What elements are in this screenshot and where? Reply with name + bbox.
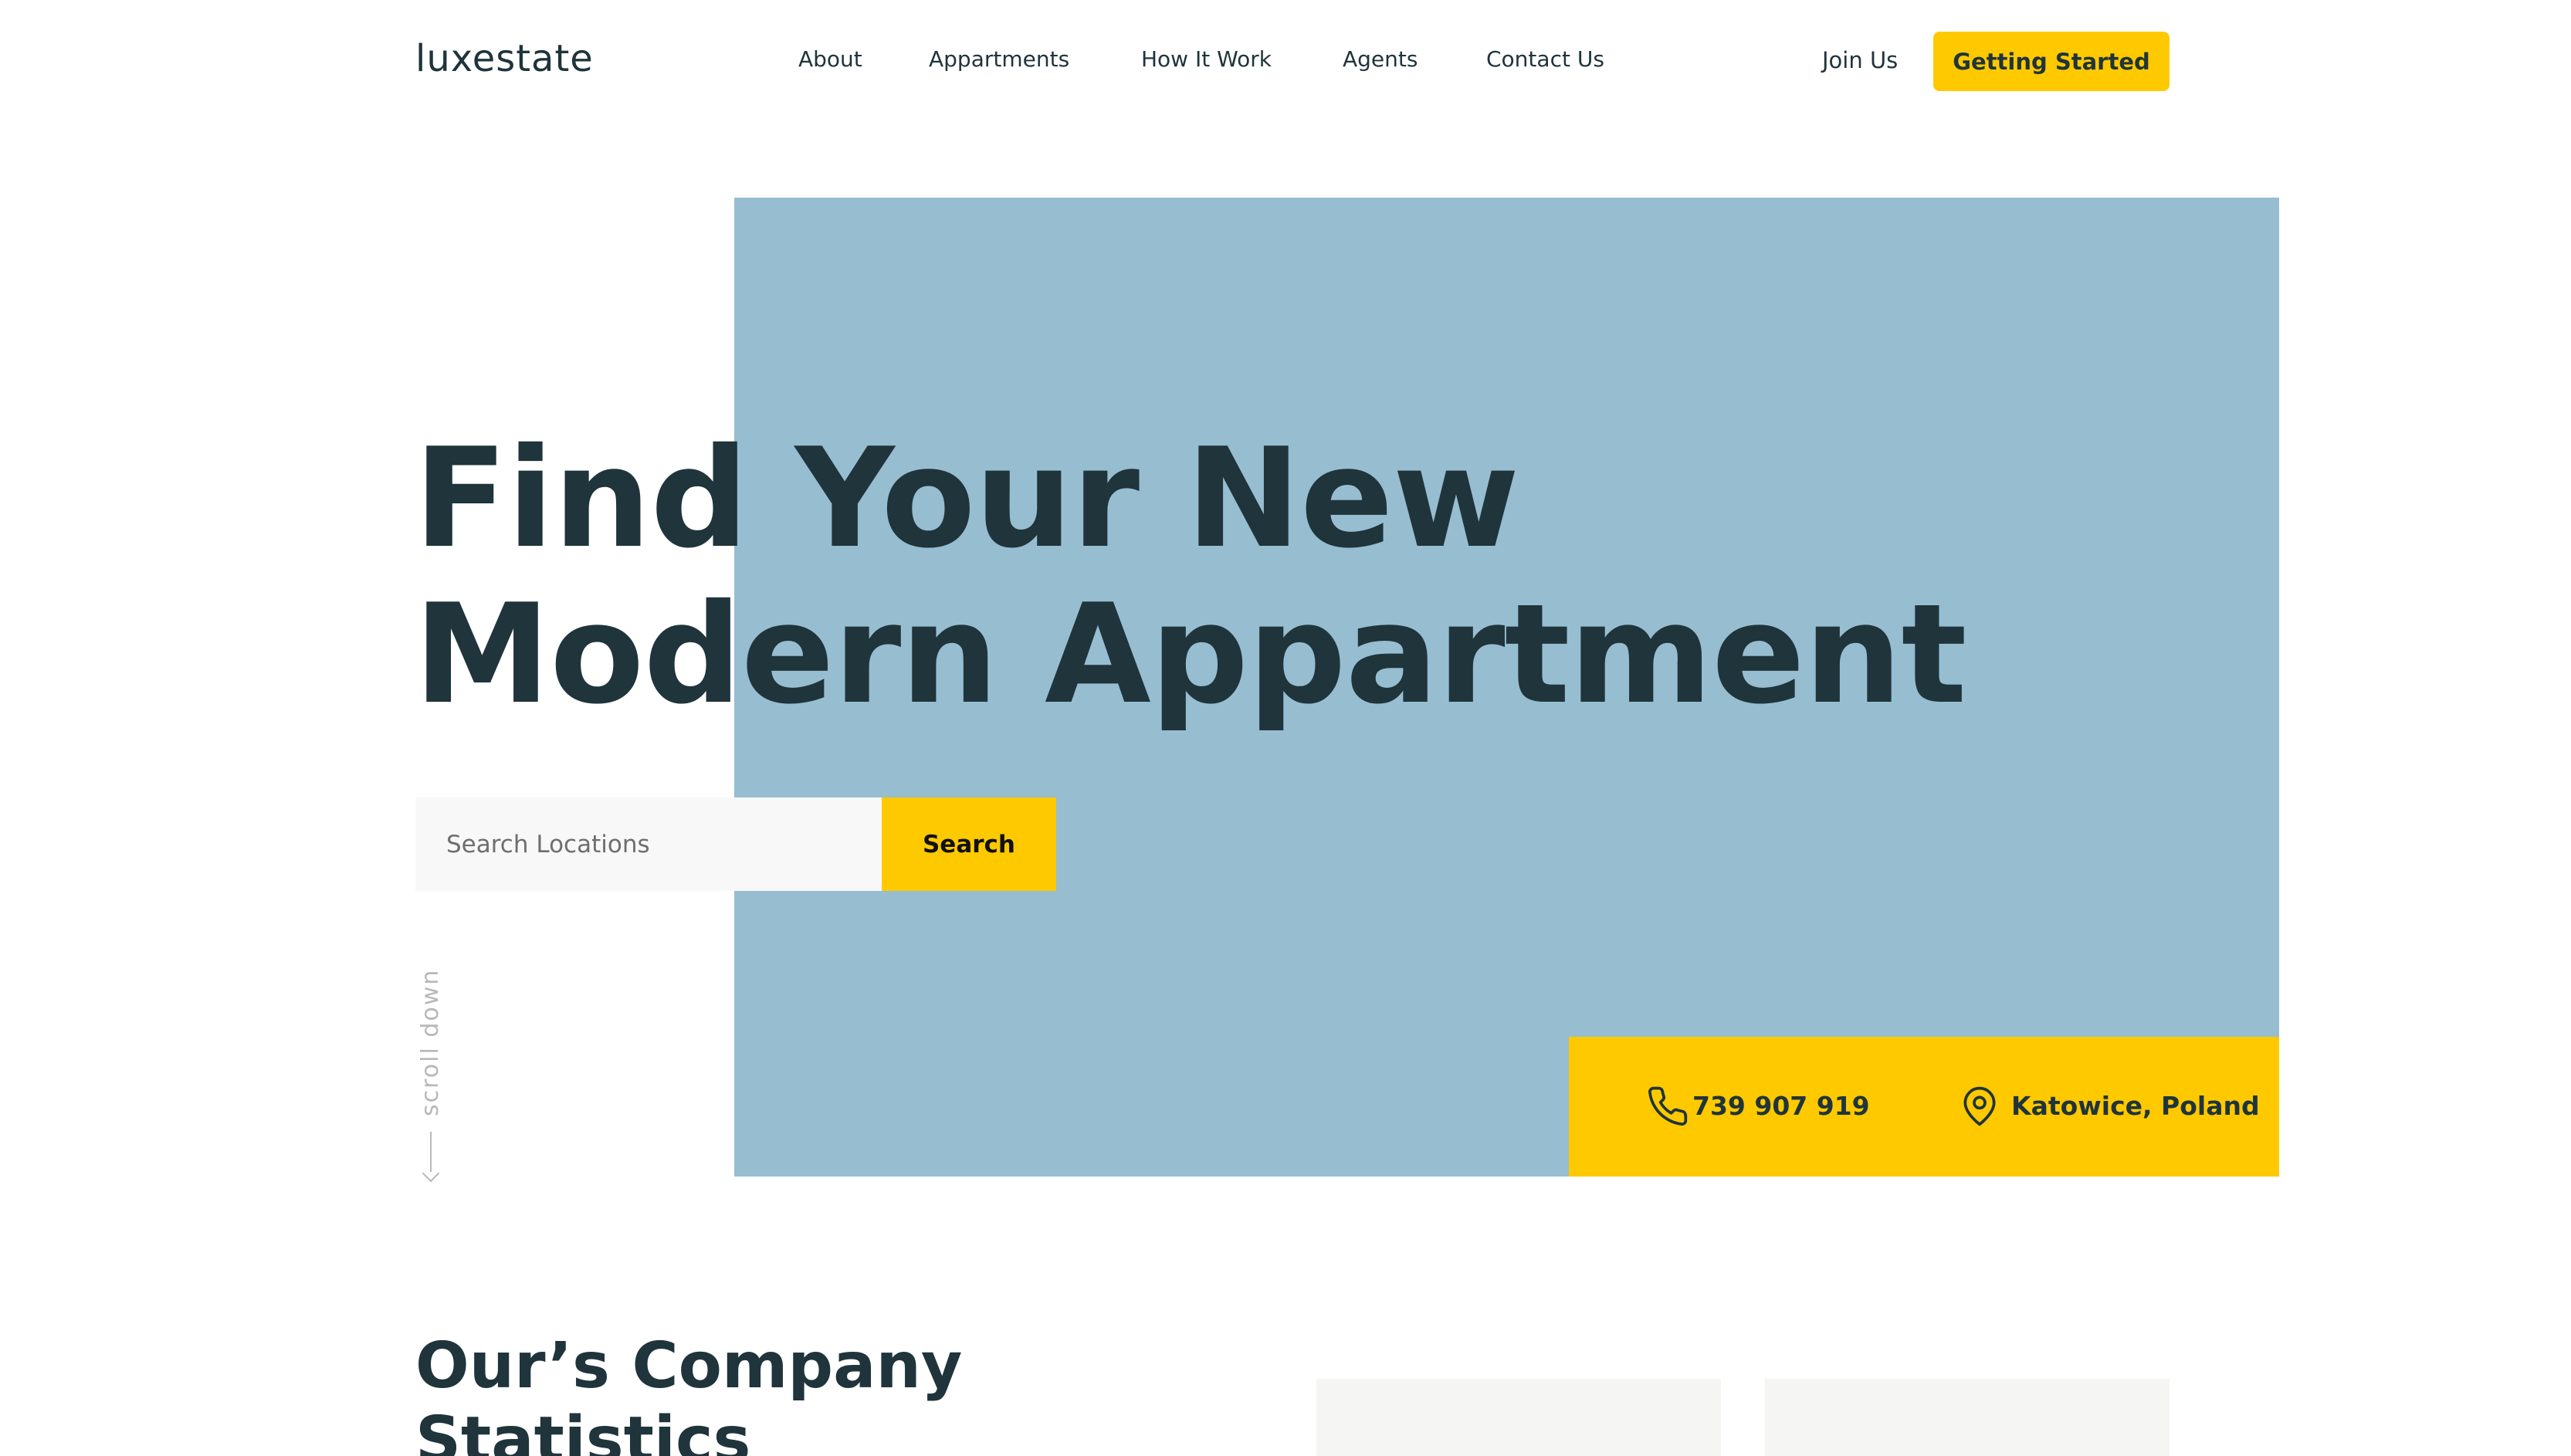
- nav-agents[interactable]: Agents: [1343, 46, 1418, 72]
- nav-contact-us[interactable]: Contact Us: [1486, 46, 1604, 72]
- stats-title: Our’s Company Statistics: [415, 1329, 962, 1456]
- scroll-down-label: scroll down: [417, 968, 444, 1116]
- nav-about[interactable]: About: [798, 46, 862, 72]
- stats-title-line-2: Statistics: [415, 1404, 751, 1456]
- nav-appartments[interactable]: Appartments: [929, 46, 1069, 72]
- hero-title-line-1: Find Your New: [414, 418, 1519, 578]
- contact-bar: 739 907 919 Katowice, Poland: [1569, 1037, 2279, 1177]
- join-us-link[interactable]: Join Us: [1822, 47, 1898, 73]
- phone-icon: [1648, 1086, 1688, 1126]
- scroll-down-indicator[interactable]: scroll down: [415, 969, 446, 1183]
- hero-title-line-2: Modern Appartment: [414, 574, 1967, 734]
- stats-title-line-1: Our’s Company: [415, 1329, 963, 1403]
- main-nav: About Appartments How It Work Agents Con…: [0, 46, 2571, 77]
- getting-started-button[interactable]: Getting Started: [1933, 32, 2170, 91]
- phone-number[interactable]: 739 907 919: [1692, 1091, 1870, 1121]
- location-pin-icon: [1963, 1086, 1996, 1126]
- arrow-down-icon: [422, 1164, 440, 1183]
- stat-card-1: [1316, 1379, 1721, 1456]
- nav-how-it-work[interactable]: How It Work: [1141, 46, 1272, 72]
- search-button[interactable]: Search: [882, 797, 1056, 891]
- search-locations-input[interactable]: [415, 797, 882, 891]
- hero-title: Find Your New Modern Appartment: [414, 418, 1967, 734]
- location-text: Katowice, Poland: [2011, 1091, 2260, 1121]
- stat-card-2: [1765, 1379, 2170, 1456]
